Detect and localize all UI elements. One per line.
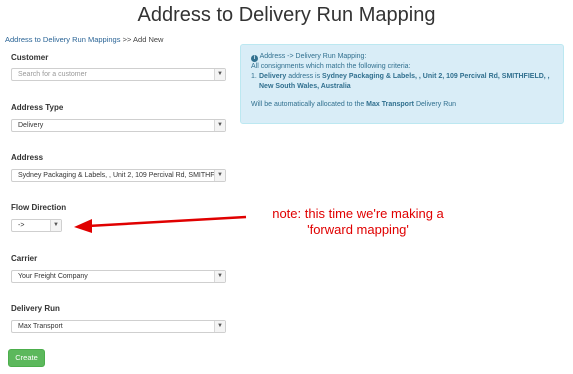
- chevron-down-icon: ▼: [214, 271, 225, 282]
- delivery-run-label: Delivery Run: [11, 304, 60, 313]
- criteria-item: 1. Delivery address is Sydney Packaging …: [251, 72, 553, 92]
- info-box: i Address -> Delivery Run Mapping: All c…: [240, 44, 564, 124]
- annotation-note: note: this time we're making a 'forward …: [258, 206, 458, 238]
- address-select[interactable]: Sydney Packaging & Labels, , Unit 2, 109…: [11, 169, 226, 182]
- carrier-label: Carrier: [11, 254, 38, 263]
- breadcrumb-link-mappings[interactable]: Address to Delivery Run Mappings: [5, 35, 120, 44]
- address-type-select[interactable]: Delivery ▼: [11, 119, 226, 132]
- delivery-run-value: Max Transport: [18, 323, 63, 330]
- carrier-select[interactable]: Your Freight Company ▼: [11, 270, 226, 283]
- flow-direction-select[interactable]: -> ▼: [11, 219, 62, 232]
- address-value: Sydney Packaging & Labels, , Unit 2, 109…: [18, 172, 225, 179]
- criteria-mid: address is: [286, 73, 323, 80]
- chevron-down-icon: ▼: [214, 69, 225, 80]
- delivery-run-select[interactable]: Max Transport ▼: [11, 320, 226, 333]
- info-intro: All consignments which match the followi…: [251, 63, 411, 70]
- breadcrumb-current: Add New: [133, 35, 164, 44]
- chevron-down-icon: ▼: [50, 220, 61, 231]
- chevron-down-icon: ▼: [214, 321, 225, 332]
- customer-placeholder: Search for a customer: [18, 71, 87, 78]
- page-title: Address to Delivery Run Mapping: [137, 4, 436, 26]
- chevron-down-icon: ▼: [214, 170, 225, 181]
- customer-select[interactable]: Search for a customer ▼: [11, 68, 226, 81]
- address-type-value: Delivery: [18, 122, 44, 129]
- criteria-type: Delivery: [259, 73, 287, 80]
- create-button[interactable]: Create: [8, 349, 45, 367]
- chevron-down-icon: ▼: [214, 120, 225, 131]
- info-heading-suffix: :: [364, 53, 367, 60]
- info-result: Will be automatically allocated to the M…: [251, 100, 553, 110]
- address-type-label: Address Type: [11, 103, 64, 112]
- address-label: Address: [11, 153, 44, 162]
- annotation-line-1: note: this time we're making a: [272, 206, 444, 221]
- breadcrumb: Address to Delivery Run Mappings >> Add …: [5, 35, 163, 44]
- carrier-value: Your Freight Company: [18, 273, 88, 280]
- customer-label: Customer: [11, 53, 49, 62]
- breadcrumb-separator: >>: [122, 35, 132, 44]
- info-heading-text: Address -> Delivery Run Mapping: [259, 53, 365, 60]
- info-result-pre: Will be automatically allocated to the: [251, 101, 367, 108]
- criteria-number: 1.: [251, 73, 257, 80]
- info-result-run: Max Transport: [366, 101, 415, 108]
- flow-direction-label: Flow Direction: [11, 203, 67, 212]
- annotation-line-2: 'forward mapping': [307, 222, 409, 237]
- info-result-post: Delivery Run: [414, 101, 457, 108]
- info-heading: i Address -> Delivery Run Mapping:: [251, 52, 553, 62]
- criteria-list: 1. Delivery address is Sydney Packaging …: [251, 72, 553, 92]
- info-icon: i: [251, 55, 258, 62]
